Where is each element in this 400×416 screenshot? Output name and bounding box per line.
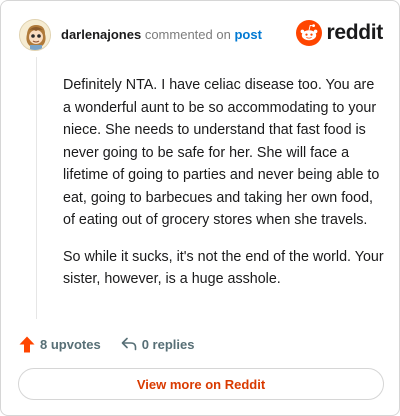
username-link[interactable]: darlenajones [61, 27, 141, 42]
commented-on-text: commented on [144, 27, 231, 42]
upvote-button[interactable]: 8 upvotes [19, 336, 101, 353]
thread-line[interactable] [36, 57, 37, 319]
comment-paragraph: Definitely NTA. I have celiac disease to… [63, 77, 380, 228]
upvote-arrow-icon [19, 336, 35, 352]
reply-count: 0 replies [141, 336, 195, 352]
reddit-comment-embed: darlenajones commented on post reddit De… [0, 0, 400, 416]
comment-header: darlenajones commented on post reddit [19, 17, 383, 53]
replies-button[interactable]: 0 replies [121, 336, 195, 352]
reddit-snoo-icon [296, 20, 323, 46]
user-avatar[interactable] [19, 19, 51, 51]
comment-paragraph: So while it sucks, it's not the end of t… [63, 248, 384, 288]
comment-actions: 8 upvotes 0 replies [19, 334, 194, 354]
upvote-count: 8 upvotes [40, 336, 101, 352]
view-more-button[interactable]: View more on Reddit [18, 368, 384, 400]
reddit-brand[interactable]: reddit [296, 20, 383, 46]
post-link[interactable]: post [234, 27, 261, 42]
reply-arrow-icon [121, 337, 136, 351]
reddit-wordmark: reddit [326, 21, 383, 44]
comment-byline: darlenajones commented on post [61, 27, 262, 43]
avatar-image [20, 20, 50, 50]
comment-body: Definitely NTA. I have celiac disease to… [63, 74, 385, 305]
